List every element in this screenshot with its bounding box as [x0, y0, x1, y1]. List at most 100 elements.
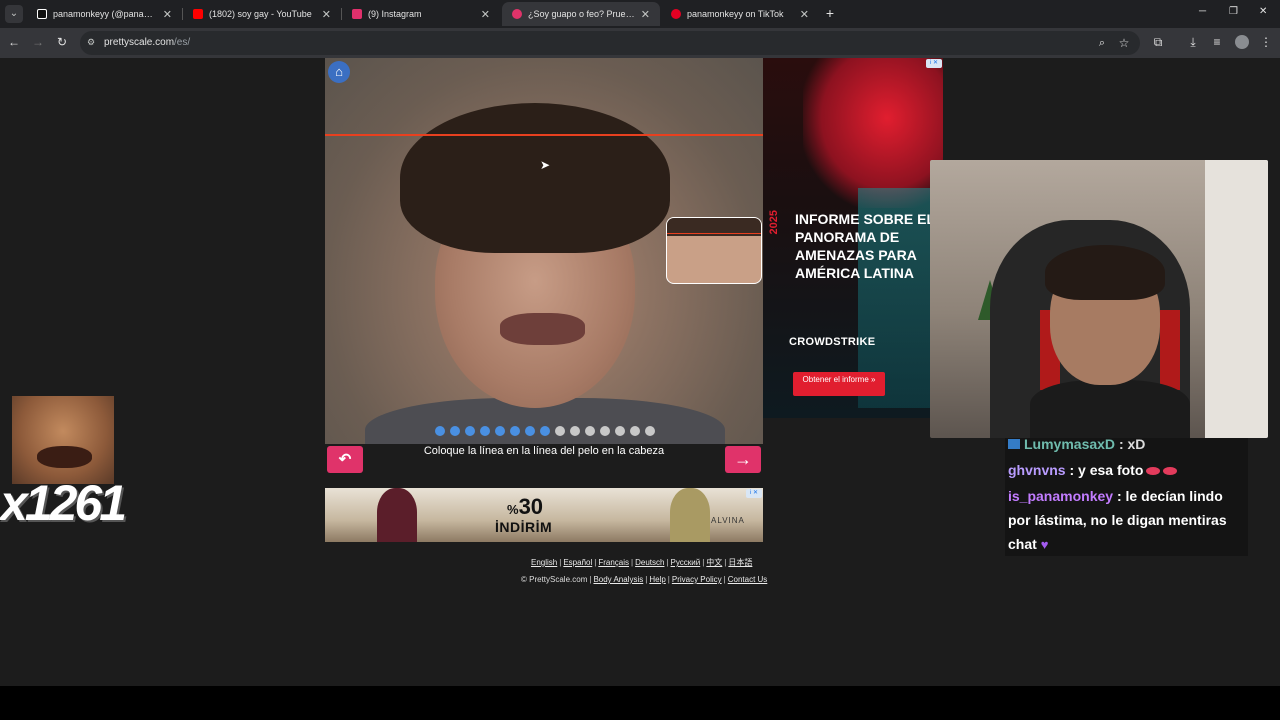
lang-link-russian[interactable]: Русский [671, 558, 701, 567]
media-controls-icon[interactable]: ≡ [1209, 34, 1225, 50]
tab-instagram[interactable]: (9) Instagram ✕ [342, 2, 500, 26]
address-bar[interactable]: ⚙ prettyscale.com/es/ ⌕ ☆ [80, 31, 1140, 55]
tab-title: (1802) soy gay - YouTube [209, 9, 312, 19]
adchoices-icon[interactable]: i ✕ [926, 59, 942, 68]
tab-title: panamonkeyy on TikTok [687, 9, 784, 19]
ad-discount-prefix: % [507, 502, 519, 517]
separator: | [631, 558, 634, 567]
lang-link-english[interactable]: English [531, 558, 557, 567]
extensions-icon[interactable]: ⧉ [1150, 34, 1166, 50]
home-icon[interactable]: ⌂ [328, 61, 350, 83]
separator: | [724, 558, 727, 567]
separator: | [645, 575, 648, 584]
site-info-icon[interactable]: ⚙ [87, 37, 99, 49]
ad-discount-number: 30 [518, 494, 544, 519]
meme-mouth [37, 446, 92, 468]
zoom-icon[interactable]: ⌕ [1094, 35, 1110, 51]
alvina-ad-banner[interactable]: i ✕ %30 İNDİRİM ALVINA [325, 488, 763, 542]
separator: | [559, 558, 562, 567]
new-tab-button[interactable]: + [822, 4, 838, 22]
camera-controls: ↶ Coloque la línea en la línea del pelo … [325, 444, 763, 476]
progress-dot [600, 426, 610, 436]
close-window-icon[interactable]: ✕ [1259, 6, 1267, 17]
undo-icon: ↶ [338, 451, 352, 468]
ad-discount: %30 [507, 494, 543, 520]
progress-dot [540, 426, 550, 436]
adchoices-icon[interactable]: i ✕ [746, 489, 762, 498]
ad-mask-illustration [803, 58, 943, 208]
close-icon[interactable]: ✕ [800, 8, 809, 21]
chat-message: is_panamonkey : le decían lindo por lást… [1008, 484, 1246, 556]
bookmark-star-icon[interactable]: ☆ [1116, 35, 1132, 51]
reload-icon[interactable]: ↻ [54, 34, 70, 50]
webcam-shelf [1205, 160, 1268, 438]
close-icon[interactable]: ✕ [163, 8, 172, 21]
pinterest-icon [671, 9, 681, 19]
progress-dot [570, 426, 580, 436]
separator: | [723, 575, 726, 584]
tab-title: panamonkeyy (@panamonkeyy [53, 9, 157, 19]
progress-dot [435, 426, 445, 436]
minimize-icon[interactable]: ─ [1199, 6, 1206, 17]
chat-username: LumymasaxD [1024, 438, 1116, 452]
lips-emoji-icon [1146, 467, 1161, 476]
lang-link-chinese[interactable]: 中文 [706, 558, 722, 567]
lips-emoji-icon [1163, 467, 1178, 476]
body-analysis-link[interactable]: Body Analysis [593, 575, 643, 584]
tab-search-button[interactable]: ⌄ [5, 5, 23, 23]
mouse-cursor-icon: ➤ [540, 158, 551, 172]
tab-tiktok[interactable]: panamonkeyy on TikTok ✕ [661, 2, 819, 26]
restore-icon[interactable]: ❐ [1229, 6, 1238, 17]
ad-year: 2025 [768, 210, 780, 235]
chat-message: LumymasaxD : xD [1008, 438, 1246, 456]
contact-us-link[interactable]: Contact Us [728, 575, 768, 584]
url-text[interactable]: prettyscale.com/es/ [104, 37, 190, 48]
lang-link-espanol[interactable]: Español [563, 558, 592, 567]
separator: | [666, 558, 669, 567]
menu-kebab-icon[interactable]: ⋮ [1258, 34, 1274, 50]
chat-text: : xD [1118, 438, 1146, 452]
chat-text: : y esa foto [1069, 462, 1144, 478]
stream-chat: LumymasaxD : xD ghvnvns : y esa foto is_… [1005, 438, 1248, 556]
help-link[interactable]: Help [649, 575, 665, 584]
close-icon[interactable]: ✕ [322, 8, 331, 21]
person-hair [400, 103, 670, 253]
lang-link-japanese[interactable]: 日本語 [728, 558, 752, 567]
instagram-icon [352, 9, 362, 19]
close-icon[interactable]: ✕ [641, 8, 650, 21]
url-path: /es/ [174, 37, 191, 48]
footer-links: © PrettyScale.com | Body Analysis | Help | Pri… [521, 575, 767, 584]
crowdstrike-ad[interactable]: i ✕ 2025 INFORME SOBRE EL PANORAMA DE AM… [763, 58, 943, 418]
youtube-icon [193, 9, 203, 19]
tiktok-icon [37, 9, 47, 19]
forward-icon[interactable]: → [30, 34, 46, 50]
close-icon[interactable]: ✕ [481, 8, 490, 21]
tab-tiktok-profile[interactable]: panamonkeyy (@panamonkeyy ✕ [27, 2, 182, 26]
back-icon[interactable]: ← [6, 34, 22, 50]
separator: | [702, 558, 705, 567]
ad-model-right [670, 488, 710, 542]
meme-counter: x1261 [0, 475, 127, 531]
tab-youtube[interactable]: (1802) soy gay - YouTube ✕ [183, 2, 341, 26]
lang-link-francais[interactable]: Français [598, 558, 629, 567]
instruction-text: Coloque la línea en la línea del pelo en… [423, 445, 665, 457]
copyright-text: © PrettyScale.com [521, 575, 588, 584]
undo-button[interactable]: ↶ [327, 446, 363, 473]
browser-toolbar: ← → ↻ ⚙ prettyscale.com/es/ ⌕ ☆ ⧉ ⤓ ≡ ⋮ [0, 28, 1280, 58]
tab-prettyscale[interactable]: ¿Soy guapo o feo? Prueba de a ✕ [502, 2, 660, 26]
profile-avatar[interactable] [1235, 35, 1249, 49]
url-host: prettyscale.com [104, 37, 175, 48]
purple-heart-emoji-icon: ♥ [1040, 537, 1049, 552]
next-button[interactable]: → [725, 446, 761, 473]
camera-view: ⌂ ➤ [325, 58, 763, 444]
ad-cta-button[interactable]: Obtener el informe » [793, 372, 885, 396]
tab-title: (9) Instagram [368, 9, 422, 19]
download-icon[interactable]: ⤓ [1185, 34, 1201, 50]
reference-hairline [667, 233, 761, 234]
privacy-policy-link[interactable]: Privacy Policy [672, 575, 722, 584]
hairline-guide[interactable] [325, 134, 763, 136]
progress-dot [495, 426, 505, 436]
progress-dot [645, 426, 655, 436]
lang-link-deutsch[interactable]: Deutsch [635, 558, 664, 567]
progress-dot [465, 426, 475, 436]
